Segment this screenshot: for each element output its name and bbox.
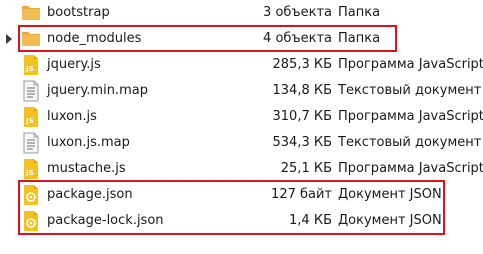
file-type: Программа JavaScript bbox=[338, 109, 483, 124]
file-type: Текстовый документ bbox=[338, 83, 482, 98]
file-name: jquery.js bbox=[47, 57, 101, 72]
file-type: Папка bbox=[338, 5, 381, 20]
file-type: Документ JSON bbox=[338, 213, 442, 228]
list-item[interactable]: jquery.min.map 134,8 КБ Текстовый докуме… bbox=[0, 78, 483, 104]
folder-icon bbox=[21, 28, 41, 50]
json-file-icon bbox=[21, 184, 41, 206]
file-type: Документ JSON bbox=[338, 187, 442, 202]
file-size: 134,8 КБ bbox=[272, 83, 333, 98]
file-name: package.json bbox=[47, 187, 133, 202]
file-size: 3 объекта bbox=[263, 5, 332, 20]
javascript-file-icon: JS bbox=[21, 158, 41, 180]
file-type: Папка bbox=[338, 31, 381, 46]
file-type: Программа JavaScript bbox=[338, 161, 483, 176]
file-size: 1,4 КБ bbox=[289, 213, 332, 228]
svg-text:JS: JS bbox=[25, 117, 34, 125]
svg-text:JS: JS bbox=[25, 169, 34, 177]
javascript-file-icon: JS bbox=[21, 54, 41, 76]
file-size: 25,1 КБ bbox=[280, 161, 332, 176]
file-size: 285,3 КБ bbox=[272, 57, 333, 72]
file-name: bootstrap bbox=[47, 5, 110, 20]
file-name: package-lock.json bbox=[47, 213, 164, 228]
svg-text:JS: JS bbox=[25, 65, 34, 73]
javascript-file-icon: JS bbox=[21, 106, 41, 128]
list-item[interactable]: package-lock.json 1,4 КБ Документ JSON bbox=[0, 208, 483, 234]
list-item[interactable]: package.json 127 байт Документ JSON bbox=[0, 182, 483, 208]
file-name: node_modules bbox=[47, 31, 142, 46]
file-name: mustache.js bbox=[47, 161, 126, 176]
file-size: 310,7 КБ bbox=[272, 109, 333, 124]
file-type: Текстовый документ bbox=[338, 135, 482, 150]
expand-arrow-icon[interactable] bbox=[6, 34, 12, 44]
list-item[interactable]: JS jquery.js 285,3 КБ Программа JavaScri… bbox=[0, 52, 483, 78]
file-name: jquery.min.map bbox=[47, 83, 148, 98]
file-type: Программа JavaScript bbox=[338, 57, 483, 72]
file-name: luxon.js bbox=[47, 109, 97, 124]
file-name: luxon.js.map bbox=[47, 135, 130, 150]
list-item[interactable]: luxon.js.map 534,3 КБ Текстовый документ bbox=[0, 130, 483, 156]
text-file-icon bbox=[21, 80, 41, 102]
folder-icon bbox=[21, 2, 41, 24]
text-file-icon bbox=[21, 132, 41, 154]
json-file-icon bbox=[21, 210, 41, 232]
file-size: 4 объекта bbox=[263, 31, 332, 46]
list-item[interactable]: node_modules 4 объекта Папка bbox=[0, 26, 483, 52]
list-item[interactable]: bootstrap 3 объекта Папка bbox=[0, 0, 483, 26]
file-size: 127 байт bbox=[271, 187, 332, 202]
file-size: 534,3 КБ bbox=[272, 135, 333, 150]
list-item[interactable]: JS luxon.js 310,7 КБ Программа JavaScrip… bbox=[0, 104, 483, 130]
list-item[interactable]: JS mustache.js 25,1 КБ Программа JavaScr… bbox=[0, 156, 483, 182]
